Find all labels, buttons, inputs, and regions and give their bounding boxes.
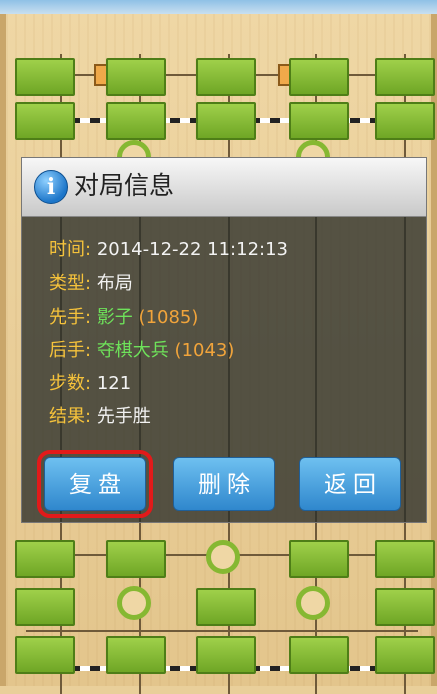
board-piece[interactable] — [15, 102, 75, 140]
steps-value: 121 — [96, 373, 132, 394]
result-value: 先手胜 — [96, 406, 151, 427]
board-ring[interactable] — [206, 540, 240, 574]
board-piece[interactable] — [375, 588, 435, 626]
board-piece[interactable] — [106, 102, 166, 140]
time-value: 2014-12-22 11:12:13 — [96, 239, 288, 260]
replay-button[interactable]: 复盘 — [37, 450, 153, 518]
game-info-dialog: i 对局信息 时间: 2014-12-22 11:12:13 类型: 布局 先手… — [21, 157, 427, 523]
result-label: 结果: — [49, 406, 92, 427]
second-player-row: 后手: 夺棋大兵 (1043) — [49, 339, 234, 363]
info-icon: i — [34, 170, 68, 204]
board-piece[interactable] — [15, 636, 75, 674]
board-piece[interactable] — [196, 102, 256, 140]
board-piece[interactable] — [15, 588, 75, 626]
time-row: 时间: 2014-12-22 11:12:13 — [49, 238, 288, 262]
board-piece[interactable] — [196, 58, 256, 96]
board-piece[interactable] — [196, 588, 256, 626]
board-piece[interactable] — [15, 58, 75, 96]
steps-row: 步数: 121 — [49, 372, 131, 396]
type-label: 类型: — [49, 273, 92, 294]
board-piece[interactable] — [106, 58, 166, 96]
board-piece[interactable] — [196, 636, 256, 674]
back-button[interactable]: 返回 — [299, 457, 401, 511]
board-piece[interactable] — [375, 636, 435, 674]
board-piece[interactable] — [106, 636, 166, 674]
board-piece[interactable] — [106, 540, 166, 578]
board-piece[interactable] — [289, 58, 349, 96]
first-player-name: 影子 — [96, 307, 133, 328]
type-row: 类型: 布局 — [49, 272, 133, 296]
steps-label: 步数: — [49, 373, 92, 394]
dialog-title: 对局信息 — [74, 171, 175, 200]
second-player-name: 夺棋大兵 — [96, 340, 169, 361]
board-piece[interactable] — [289, 636, 349, 674]
board-ring[interactable] — [296, 586, 330, 620]
board-ring[interactable] — [117, 586, 151, 620]
type-value: 布局 — [96, 273, 133, 294]
board-piece[interactable] — [289, 540, 349, 578]
dialog-header: i 对局信息 — [22, 158, 426, 217]
board-piece[interactable] — [375, 58, 435, 96]
delete-button[interactable]: 删除 — [173, 457, 275, 511]
first-player-row: 先手: 影子 (1085) — [49, 306, 198, 330]
board-piece[interactable] — [15, 540, 75, 578]
result-row: 结果: 先手胜 — [49, 405, 151, 429]
second-player-rating: (1043) — [174, 340, 235, 361]
first-player-label: 先手: — [49, 307, 92, 328]
top-strip — [0, 0, 437, 14]
board-piece[interactable] — [375, 102, 435, 140]
first-player-rating: (1085) — [138, 307, 199, 328]
board-piece[interactable] — [375, 540, 435, 578]
board-line — [26, 630, 418, 632]
board-piece[interactable] — [289, 102, 349, 140]
second-player-label: 后手: — [49, 340, 92, 361]
time-label: 时间: — [49, 239, 92, 260]
